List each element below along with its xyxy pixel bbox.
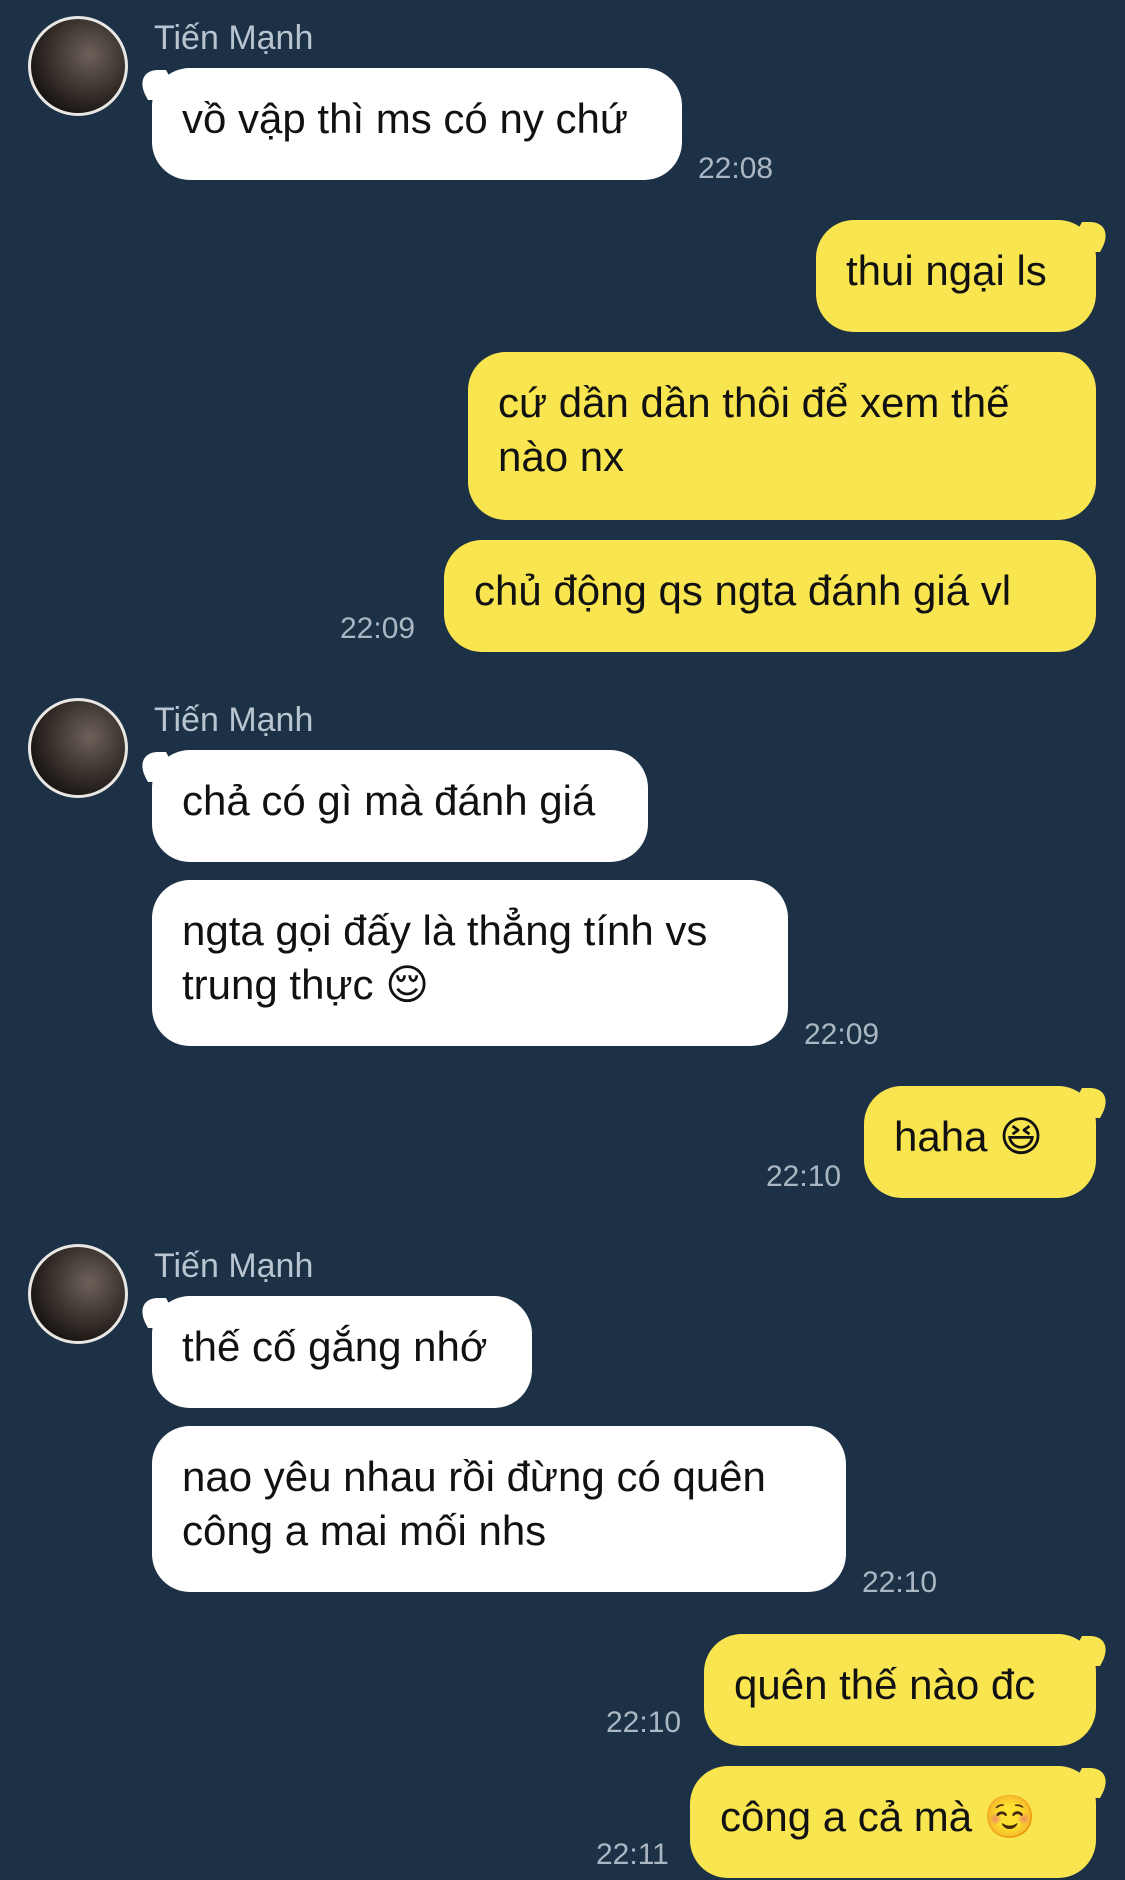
- sender-name: Tiến Mạnh: [154, 1247, 314, 1285]
- message-text: quên thế nào đc: [734, 1661, 1036, 1708]
- message-text: chủ động qs ngta đánh giá vl: [474, 567, 1012, 614]
- outgoing-message-bubble[interactable]: cứ dần dần thôi để xem thế nào nx: [468, 352, 1096, 520]
- message-text: nao yêu nhau rồi đừng có quên công a mai…: [182, 1453, 766, 1554]
- relieved-face-emoji: 😌: [385, 960, 430, 1009]
- incoming-message-bubble[interactable]: nao yêu nhau rồi đừng có quên công a mai…: [152, 1426, 846, 1592]
- incoming-message-bubble[interactable]: ngta gọi đấy là thẳng tính vs trung thực…: [152, 880, 788, 1046]
- sender-name: Tiến Mạnh: [154, 19, 314, 57]
- message-text: thế cố gắng nhớ: [182, 1323, 488, 1370]
- message-text: thui ngại ls: [846, 247, 1047, 294]
- outgoing-message-bubble[interactable]: chủ động qs ngta đánh giá vl: [444, 540, 1096, 652]
- grinning-squinting-face-emoji: 😆: [999, 1112, 1043, 1161]
- message-text: công a cả mà: [720, 1793, 973, 1840]
- outgoing-message-bubble[interactable]: công a cả mà ☺️: [690, 1766, 1096, 1878]
- contact-avatar[interactable]: [28, 16, 128, 116]
- message-timestamp: 22:09: [804, 1018, 880, 1051]
- contact-avatar[interactable]: [28, 698, 128, 798]
- outgoing-message-bubble[interactable]: haha 😆: [864, 1086, 1096, 1198]
- message-text: vồ vập thì ms có ny chứ: [182, 95, 628, 142]
- message-timestamp: 22:10: [862, 1566, 938, 1599]
- message-text: chả có gì mà đánh giá: [182, 777, 596, 824]
- message-timestamp: 22:08: [698, 152, 774, 185]
- outgoing-message-bubble[interactable]: quên thế nào đc: [704, 1634, 1096, 1746]
- incoming-message-bubble[interactable]: vồ vập thì ms có ny chứ: [152, 68, 682, 180]
- message-timestamp: 22:09: [340, 612, 416, 645]
- message-timestamp: 22:10: [606, 1706, 682, 1739]
- message-text: cứ dần dần thôi để xem thế nào nx: [498, 379, 1010, 480]
- message-timestamp: 22:11: [596, 1838, 669, 1871]
- message-text: ngta gọi đấy là thẳng tính vs trung thực: [182, 907, 708, 1008]
- message-timestamp: 22:10: [766, 1160, 842, 1193]
- contact-avatar[interactable]: [28, 1244, 128, 1344]
- message-text: haha: [894, 1113, 988, 1160]
- outgoing-message-bubble[interactable]: thui ngại ls: [816, 220, 1096, 332]
- smiling-face-emoji: ☺️: [983, 1792, 1037, 1841]
- incoming-message-bubble[interactable]: chả có gì mà đánh giá: [152, 750, 648, 862]
- sender-name: Tiến Mạnh: [154, 701, 314, 739]
- incoming-message-bubble[interactable]: thế cố gắng nhớ: [152, 1296, 532, 1408]
